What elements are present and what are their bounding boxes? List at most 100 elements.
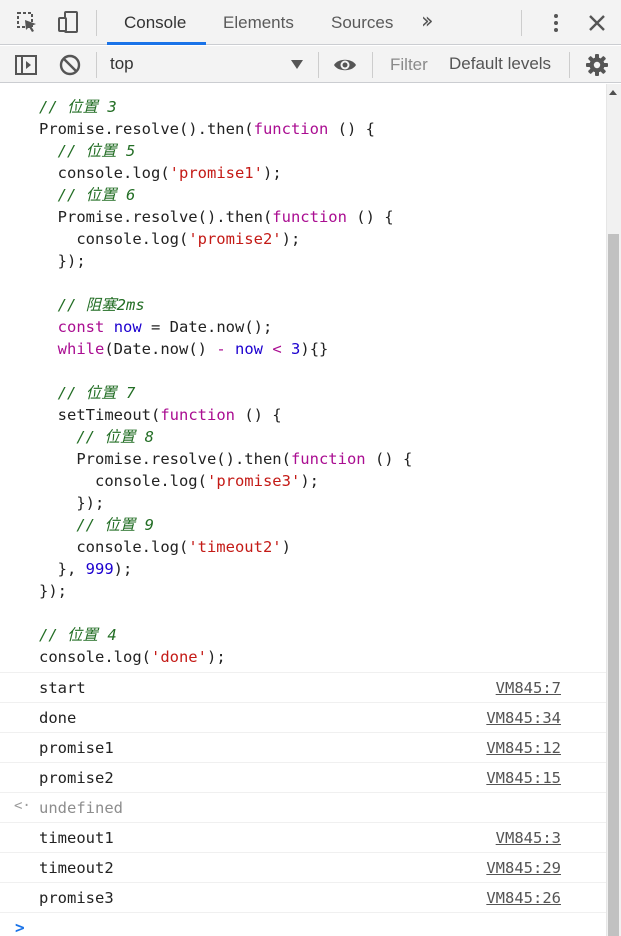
log-message: promise2 xyxy=(39,769,114,787)
code-token: console.log( xyxy=(39,648,151,666)
code-line: // 位置 3 xyxy=(0,96,606,118)
command-echo: // 位置 3 Promise.resolve().then(function (… xyxy=(0,96,606,668)
code-line: }); xyxy=(0,250,606,272)
code-token: ); xyxy=(281,230,301,248)
tabbar-separator xyxy=(96,10,97,36)
log-source-link[interactable]: VM845:26 xyxy=(486,889,561,907)
tab-sources[interactable]: Sources xyxy=(331,0,393,45)
code-token: ){} xyxy=(300,340,329,358)
show-sidebar-icon[interactable] xyxy=(14,53,38,77)
code-line: // 位置 8 xyxy=(0,426,606,448)
log-source-link[interactable]: VM845:29 xyxy=(486,859,561,877)
code-token: ); xyxy=(300,472,319,490)
toolbar-separator xyxy=(372,52,373,78)
log-source-link[interactable]: VM845:15 xyxy=(486,769,561,787)
device-toolbar-icon[interactable] xyxy=(57,11,79,33)
log-message: promise1 xyxy=(39,739,114,757)
log-source-link[interactable]: VM845:3 xyxy=(496,829,561,847)
scroll-up-arrow-icon[interactable] xyxy=(609,90,617,95)
code-line: }); xyxy=(0,492,606,514)
close-icon[interactable] xyxy=(586,12,608,34)
code-line: console.log('promise1'); xyxy=(0,162,606,184)
console-log-row: promise1 VM845:12 xyxy=(0,732,606,762)
live-expression-eye-icon[interactable] xyxy=(333,53,357,77)
toolbar-separator xyxy=(96,52,97,78)
code-token: () { xyxy=(234,406,282,424)
code-token: function xyxy=(253,120,329,138)
code-line: while(Date.now() - now < 3){} xyxy=(0,338,606,360)
code-line: const now = Date.now(); xyxy=(0,316,606,338)
code-token: }); xyxy=(39,252,86,270)
toolbar-separator xyxy=(569,52,570,78)
code-line: Promise.resolve().then(function () { xyxy=(0,448,606,470)
tab-console[interactable]: Console xyxy=(124,0,186,45)
log-source-link[interactable]: VM845:34 xyxy=(486,709,561,727)
code-line: console.log('timeout2') xyxy=(0,536,606,558)
code-token: 'timeout2' xyxy=(188,538,282,556)
code-line: console.log('promise3'); xyxy=(0,470,606,492)
code-line: console.log('promise2'); xyxy=(0,228,606,250)
code-token: = Date.now(); xyxy=(141,318,273,336)
log-message: timeout2 xyxy=(39,859,114,877)
code-token: // 位置 3 xyxy=(39,98,117,116)
log-message: done xyxy=(39,709,77,727)
code-token: ); xyxy=(113,560,133,578)
log-message: start xyxy=(39,679,86,697)
code-token: Promise.resolve().then( xyxy=(39,450,291,468)
code-token: (Date.now() xyxy=(104,340,217,358)
log-source-link[interactable]: VM845:7 xyxy=(496,679,561,697)
code-line: // 位置 6 xyxy=(0,184,606,206)
filter-input[interactable]: Filter xyxy=(386,53,434,77)
console-prompt-row[interactable]: > xyxy=(0,912,606,936)
chevron-down-icon[interactable] xyxy=(291,60,303,69)
code-token: 999 xyxy=(85,560,114,578)
code-token: 3 xyxy=(291,340,301,358)
code-line: // 位置 4 xyxy=(0,624,606,646)
log-levels-dropdown[interactable]: Default levels xyxy=(449,54,551,74)
result-arrow-icon: <· xyxy=(14,798,31,814)
log-source-link[interactable]: VM845:12 xyxy=(486,739,561,757)
code-token: < xyxy=(272,340,282,358)
code-token: 'done' xyxy=(150,648,207,666)
code-token: now xyxy=(235,340,264,358)
inspect-element-icon[interactable] xyxy=(16,11,38,33)
console-log-row: timeout2 VM845:29 xyxy=(0,852,606,882)
clear-console-icon[interactable] xyxy=(58,53,82,77)
code-line: Promise.resolve().then(function () { xyxy=(0,118,606,140)
more-options-icon[interactable] xyxy=(547,11,565,35)
code-line: setTimeout(function () { xyxy=(0,404,606,426)
console-toolbar: top Filter Default levels xyxy=(0,46,621,83)
code-line: // 阻塞2ms xyxy=(0,294,606,316)
code-token: Promise.resolve().then( xyxy=(39,120,254,138)
context-selector[interactable]: top xyxy=(110,54,134,74)
double-chevron-right-icon[interactable]: ›› xyxy=(421,9,433,34)
code-token: now xyxy=(113,318,142,336)
code-token: ) xyxy=(281,538,291,556)
code-token: ); xyxy=(262,164,282,182)
tab-elements[interactable]: Elements xyxy=(223,0,294,45)
gear-icon[interactable] xyxy=(585,53,609,77)
code-line: }); xyxy=(0,580,606,602)
code-token: 'promise2' xyxy=(188,230,282,248)
code-token: // 位置 5 xyxy=(57,142,136,160)
scrollbar-thumb[interactable] xyxy=(608,234,619,936)
log-message: timeout1 xyxy=(39,829,114,847)
code-token: const xyxy=(57,318,105,336)
code-token: - xyxy=(216,340,226,358)
active-tab-indicator xyxy=(107,42,206,45)
code-token: function xyxy=(290,450,366,468)
code-token: // 位置 8 xyxy=(76,428,154,446)
code-token: () { xyxy=(328,120,375,138)
console-log-row: timeout1 VM845:3 xyxy=(0,822,606,852)
code-token: 'promise3' xyxy=(206,472,301,490)
code-line: // 位置 9 xyxy=(0,514,606,536)
code-token: // 阻塞2ms xyxy=(57,296,145,314)
